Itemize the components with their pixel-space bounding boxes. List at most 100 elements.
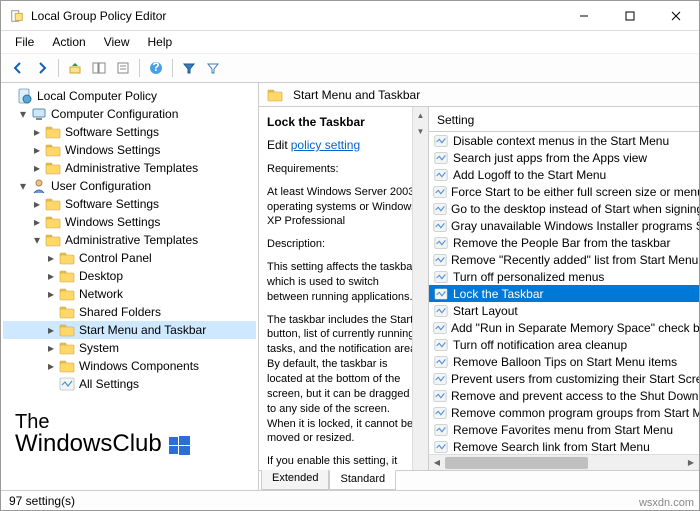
tree-item[interactable]: ▸Windows Settings bbox=[3, 213, 256, 231]
details-header: Start Menu and Taskbar bbox=[259, 83, 699, 107]
setting-row[interactable]: Gray unavailable Windows Installer progr… bbox=[429, 217, 699, 234]
scroll-right-icon[interactable]: ▶ bbox=[683, 455, 699, 470]
setting-row[interactable]: Add Logoff to the Start Menu bbox=[429, 166, 699, 183]
minimize-button[interactable] bbox=[561, 1, 607, 31]
chevron-down-icon[interactable]: ▾ bbox=[17, 108, 29, 120]
tree-label: Windows Settings bbox=[65, 143, 160, 157]
chevron-right-icon[interactable]: ▸ bbox=[31, 126, 43, 138]
menu-view[interactable]: View bbox=[96, 33, 138, 51]
tree-item[interactable]: ▸System bbox=[3, 339, 256, 357]
chevron-down-icon[interactable]: ▾ bbox=[31, 234, 43, 246]
chevron-right-icon[interactable]: ▸ bbox=[45, 324, 57, 336]
folder-icon bbox=[45, 160, 61, 176]
maximize-button[interactable] bbox=[607, 1, 653, 31]
setting-row[interactable]: Add "Run in Separate Memory Space" check… bbox=[429, 319, 699, 336]
svg-text:?: ? bbox=[152, 61, 159, 74]
setting-icon bbox=[433, 388, 447, 404]
setting-icon bbox=[433, 269, 449, 285]
policy-icon bbox=[17, 88, 33, 104]
setting-icon bbox=[433, 150, 449, 166]
setting-row[interactable]: Go to the desktop instead of Start when … bbox=[429, 200, 699, 217]
close-button[interactable] bbox=[653, 1, 699, 31]
chevron-down-icon[interactable]: ▾ bbox=[17, 180, 29, 192]
tree-item[interactable]: ▸Software Settings bbox=[3, 195, 256, 213]
body: ▾ Local Computer Policy ▾ Computer Confi… bbox=[1, 83, 699, 490]
tree-item[interactable]: ▸ Network bbox=[3, 285, 256, 303]
chevron-right-icon[interactable]: ▸ bbox=[45, 270, 57, 282]
tree-root[interactable]: ▾ Local Computer Policy bbox=[3, 87, 256, 105]
tree-item[interactable]: ▸All Settings bbox=[3, 375, 256, 393]
setting-row[interactable]: Turn off notification area cleanup bbox=[429, 336, 699, 353]
chevron-right-icon[interactable]: ▸ bbox=[31, 162, 43, 174]
tree-admin-templates[interactable]: ▾ Administrative Templates bbox=[3, 231, 256, 249]
chevron-right-icon[interactable]: ▸ bbox=[31, 198, 43, 210]
horizontal-scrollbar[interactable]: ◀ ▶ bbox=[429, 454, 699, 470]
tab-standard[interactable]: Standard bbox=[329, 470, 396, 490]
tree-label: Windows Components bbox=[79, 359, 199, 373]
scroll-down-icon[interactable]: ▼ bbox=[413, 123, 428, 139]
chevron-right-icon[interactable]: ▸ bbox=[45, 288, 57, 300]
tree-item[interactable]: ▸ Windows Settings bbox=[3, 141, 256, 159]
scroll-left-icon[interactable]: ◀ bbox=[429, 455, 445, 470]
setting-row[interactable]: Force Start to be either full screen siz… bbox=[429, 183, 699, 200]
tree-label: Administrative Templates bbox=[65, 233, 198, 247]
setting-row[interactable]: Turn off personalized menus bbox=[429, 268, 699, 285]
setting-row[interactable]: Lock the Taskbar bbox=[429, 285, 699, 302]
menu-action[interactable]: Action bbox=[44, 33, 93, 51]
tree-item[interactable]: ▸Administrative Templates bbox=[3, 159, 256, 177]
setting-row[interactable]: Remove Balloon Tips on Start Menu items bbox=[429, 353, 699, 370]
back-button[interactable] bbox=[7, 57, 29, 79]
tree-item[interactable]: ▸Desktop bbox=[3, 267, 256, 285]
setting-row[interactable]: Search just apps from the Apps view bbox=[429, 149, 699, 166]
setting-row[interactable]: Remove and prevent access to the Shut Do… bbox=[429, 387, 699, 404]
chevron-right-icon[interactable]: ▸ bbox=[31, 144, 43, 156]
menu-file[interactable]: File bbox=[7, 33, 42, 51]
setting-row[interactable]: Remove "Recently added" list from Start … bbox=[429, 251, 699, 268]
folder-icon bbox=[45, 142, 61, 158]
setting-icon bbox=[433, 303, 449, 319]
setting-row[interactable]: Disable context menus in the Start Menu bbox=[429, 132, 699, 149]
tree-item[interactable]: ▸Start Menu and Taskbar bbox=[3, 321, 256, 339]
tab-extended[interactable]: Extended bbox=[261, 470, 329, 490]
settings-list[interactable]: Disable context menus in the Start Menu S… bbox=[429, 132, 699, 454]
setting-label: Search just apps from the Apps view bbox=[453, 151, 647, 165]
chevron-right-icon[interactable]: ▸ bbox=[31, 216, 43, 228]
tree-item[interactable]: ▸Control Panel bbox=[3, 249, 256, 267]
source-watermark: wsxdn.com bbox=[639, 497, 694, 509]
setting-row[interactable]: Start Layout bbox=[429, 302, 699, 319]
tree-pane[interactable]: ▾ Local Computer Policy ▾ Computer Confi… bbox=[1, 83, 259, 490]
details-header-title: Start Menu and Taskbar bbox=[293, 88, 420, 102]
folder-icon bbox=[59, 340, 75, 356]
requirements-text: At least Windows Server 2003 operating s… bbox=[267, 185, 420, 230]
chevron-right-icon[interactable]: ▸ bbox=[45, 252, 57, 264]
filter-button[interactable] bbox=[178, 57, 200, 79]
properties-button[interactable] bbox=[112, 57, 134, 79]
tree-item[interactable]: ▸ Windows Components bbox=[3, 357, 256, 375]
tree-item[interactable]: ▸Software Settings bbox=[3, 123, 256, 141]
setting-label: Start Layout bbox=[453, 304, 518, 318]
scroll-up-icon[interactable]: ▲ bbox=[413, 107, 428, 123]
menu-help[interactable]: Help bbox=[140, 33, 181, 51]
vertical-scrollbar[interactable]: ▲ ▼ bbox=[412, 107, 428, 470]
forward-button[interactable] bbox=[31, 57, 53, 79]
setting-row[interactable]: Remove the People Bar from the taskbar bbox=[429, 234, 699, 251]
filter-options-button[interactable] bbox=[202, 57, 224, 79]
tree-item[interactable]: ▸Shared Folders bbox=[3, 303, 256, 321]
setting-row[interactable]: Prevent users from customizing their Sta… bbox=[429, 370, 699, 387]
setting-row[interactable]: Remove Search link from Start Menu bbox=[429, 438, 699, 454]
edit-policy-link[interactable]: policy setting bbox=[291, 138, 360, 152]
chevron-right-icon[interactable]: ▸ bbox=[45, 360, 57, 372]
column-header-setting[interactable]: Setting bbox=[429, 107, 699, 132]
setting-row[interactable]: Remove Favorites menu from Start Menu bbox=[429, 421, 699, 438]
setting-row[interactable]: Remove common program groups from Start … bbox=[429, 404, 699, 421]
status-text: 97 setting(s) bbox=[9, 494, 75, 508]
up-button[interactable] bbox=[64, 57, 86, 79]
show-hide-tree-button[interactable] bbox=[88, 57, 110, 79]
tree-user-config[interactable]: ▾ User Configuration bbox=[3, 177, 256, 195]
chevron-right-icon[interactable]: ▸ bbox=[45, 342, 57, 354]
tree-label: Network bbox=[79, 287, 123, 301]
folder-icon bbox=[59, 286, 75, 302]
tree-computer-config[interactable]: ▾ Computer Configuration bbox=[3, 105, 256, 123]
help-button[interactable]: ? bbox=[145, 57, 167, 79]
folder-icon bbox=[45, 124, 61, 140]
